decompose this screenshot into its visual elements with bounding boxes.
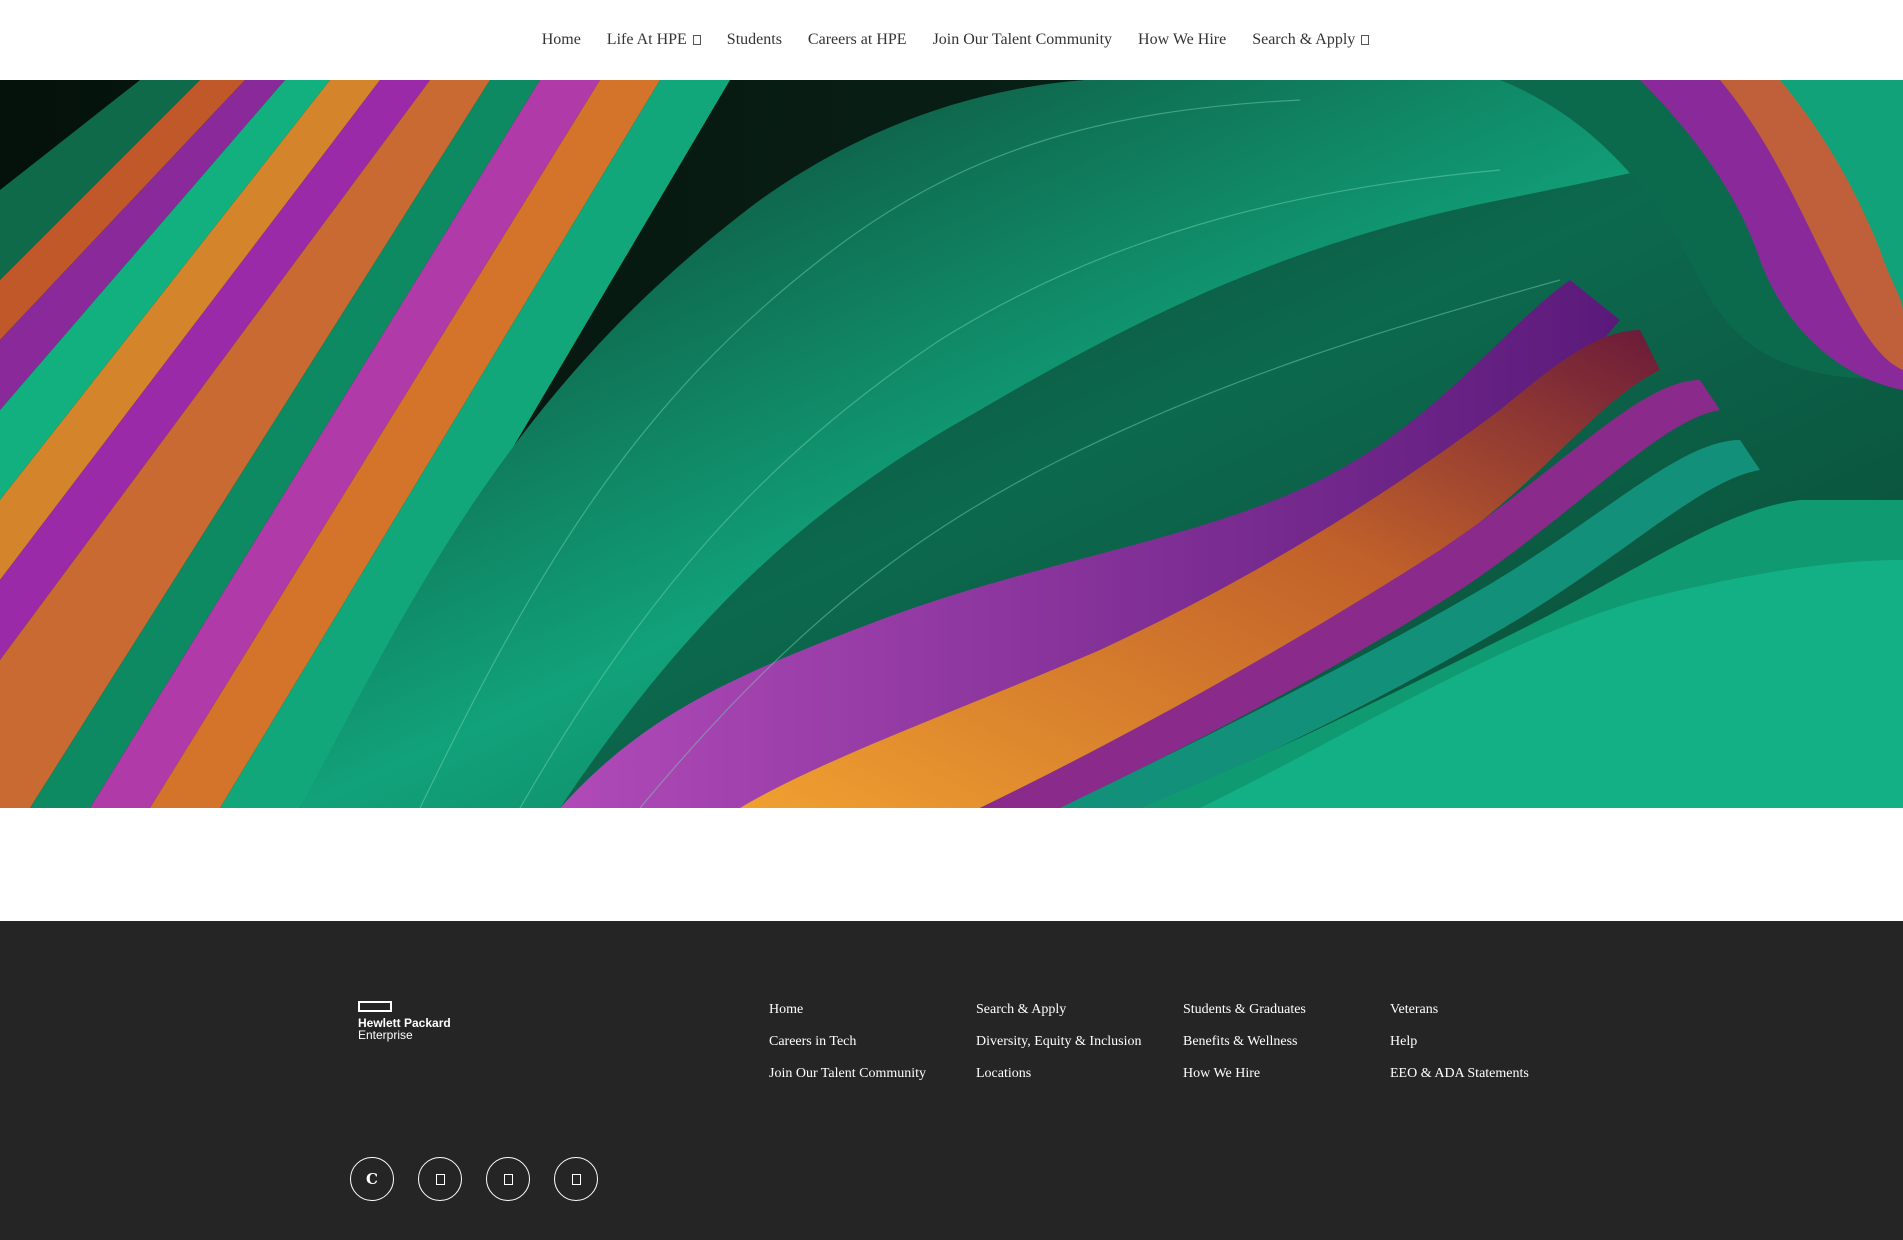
footer-link-join-talent-community[interactable]: Join Our Talent Community — [769, 1066, 976, 1082]
footer-link-students-graduates[interactable]: Students & Graduates — [1183, 1002, 1390, 1018]
nav-item-join-talent-community[interactable]: Join Our Talent Community — [920, 31, 1125, 49]
social-links: C — [350, 1157, 598, 1201]
nav-item-label: Home — [541, 31, 581, 48]
logo-text-line2: Enterprise — [358, 1028, 413, 1042]
hpe-logo[interactable]: Hewlett Packard Enterprise — [358, 1001, 460, 1045]
social-link-1[interactable]: C — [350, 1157, 394, 1201]
nav-item-life-at-hpe[interactable]: Life At HPE — [594, 31, 714, 49]
nav-list: Home Life At HPE Students Careers at HPE… — [529, 31, 1383, 49]
nav-item-how-we-hire[interactable]: How We Hire — [1125, 31, 1239, 49]
footer-link-veterans[interactable]: Veterans — [1390, 1002, 1597, 1018]
footer-link-eeo-ada-statements[interactable]: EEO & ADA Statements — [1390, 1066, 1597, 1082]
nav-item-search-apply[interactable]: Search & Apply — [1239, 31, 1382, 49]
social-icon-3 — [503, 1173, 513, 1185]
footer-column-1: Home Careers in Tech Join Our Talent Com… — [769, 1002, 976, 1098]
nav-item-home[interactable]: Home — [529, 31, 594, 49]
nav-item-label: Careers at HPE — [807, 31, 907, 48]
nav-item-label: Life At HPE — [606, 31, 687, 48]
social-icon-4 — [571, 1173, 581, 1185]
site-footer: Hewlett Packard Enterprise Home Careers … — [0, 921, 1903, 1240]
footer-link-locations[interactable]: Locations — [976, 1066, 1183, 1082]
abstract-wave-artwork — [0, 80, 1903, 808]
c-social-icon: C — [366, 1170, 378, 1188]
nav-item-careers-at-hpe[interactable]: Careers at HPE — [795, 31, 920, 49]
nav-item-label: Join Our Talent Community — [932, 31, 1113, 48]
footer-column-2: Search & Apply Diversity, Equity & Inclu… — [976, 1002, 1183, 1098]
nav-item-label: Search & Apply — [1252, 31, 1356, 48]
nav-item-label: Students — [726, 31, 782, 48]
footer-column-3: Students & Graduates Benefits & Wellness… — [1183, 1002, 1390, 1098]
dropdown-icon — [1361, 35, 1370, 45]
footer-link-benefits-wellness[interactable]: Benefits & Wellness — [1183, 1034, 1390, 1050]
top-navigation: Home Life At HPE Students Careers at HPE… — [0, 0, 1903, 80]
nav-item-students[interactable]: Students — [714, 31, 795, 49]
dropdown-icon — [692, 35, 701, 45]
footer-link-diversity-equity-inclusion[interactable]: Diversity, Equity & Inclusion — [976, 1034, 1183, 1050]
footer-link-careers-in-tech[interactable]: Careers in Tech — [769, 1034, 976, 1050]
footer-link-columns: Home Careers in Tech Join Our Talent Com… — [769, 1002, 1597, 1098]
nav-item-label: How We Hire — [1138, 31, 1227, 48]
social-link-3[interactable] — [486, 1157, 530, 1201]
social-link-4[interactable] — [554, 1157, 598, 1201]
hero-banner-image — [0, 80, 1903, 808]
footer-link-help[interactable]: Help — [1390, 1034, 1597, 1050]
footer-column-4: Veterans Help EEO & ADA Statements — [1390, 1002, 1597, 1098]
hpe-logo-element — [358, 1001, 392, 1012]
footer-link-search-apply[interactable]: Search & Apply — [976, 1002, 1183, 1018]
social-link-2[interactable] — [418, 1157, 462, 1201]
footer-link-home[interactable]: Home — [769, 1002, 976, 1018]
footer-link-how-we-hire[interactable]: How We Hire — [1183, 1066, 1390, 1082]
social-icon-2 — [435, 1173, 445, 1185]
